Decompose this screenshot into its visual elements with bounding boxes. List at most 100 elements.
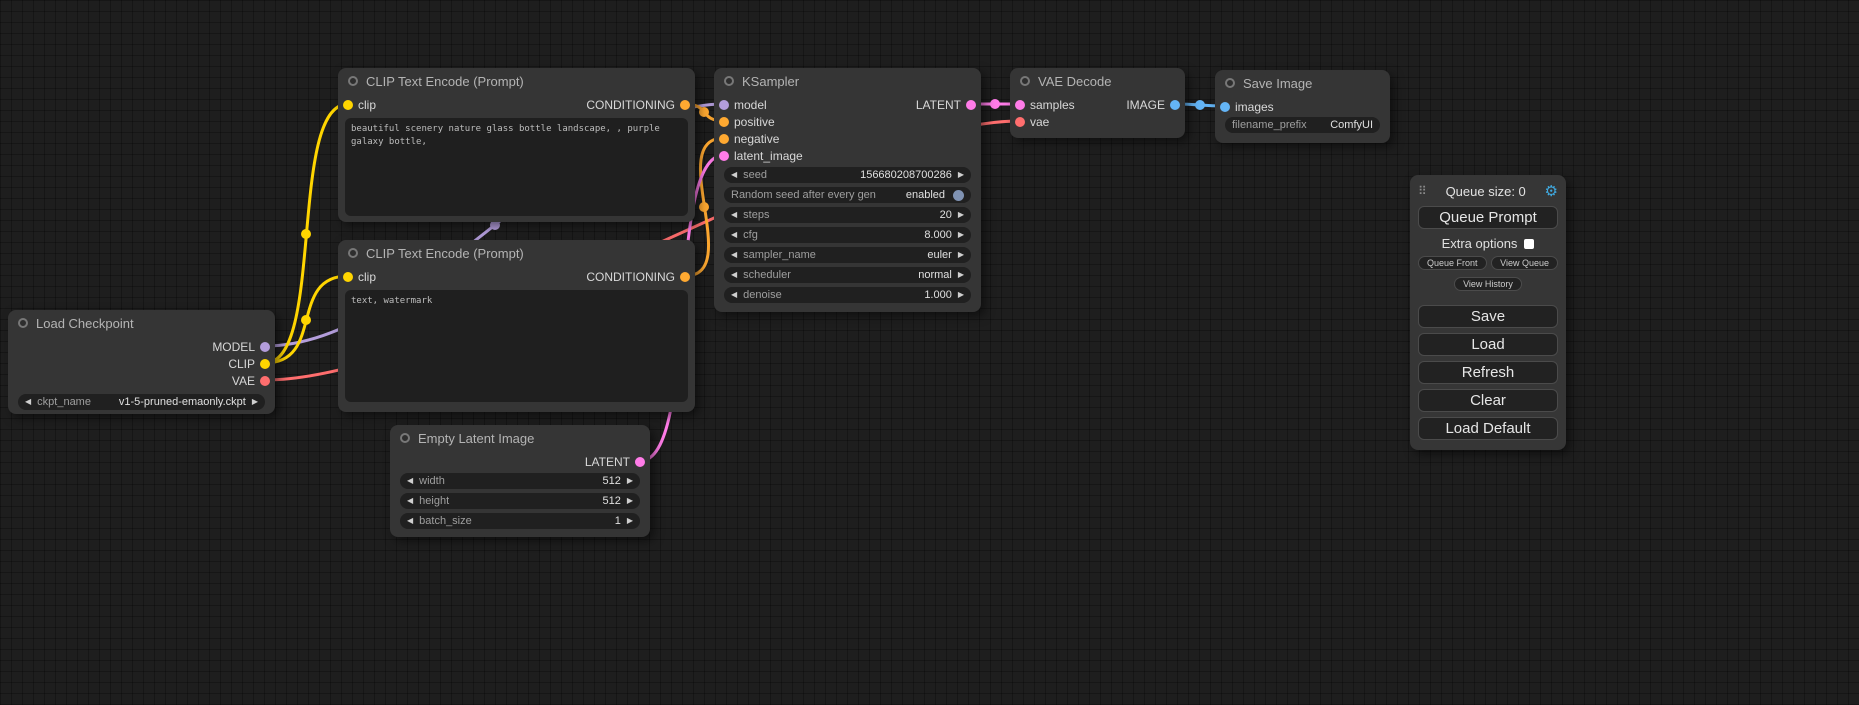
height-widget[interactable]: ◀ height 512 ▶ (400, 493, 640, 509)
collapse-toggle-icon[interactable] (18, 318, 28, 328)
queue-prompt-button[interactable]: Queue Prompt (1418, 206, 1558, 229)
conditioning-output-dot-icon[interactable] (680, 272, 690, 282)
node-save-image[interactable]: Save Image images filename_prefix ComfyU… (1215, 70, 1390, 143)
decrement-icon[interactable]: ◀ (407, 497, 413, 505)
input-label: model (734, 98, 767, 112)
vae-output-dot-icon[interactable] (260, 376, 270, 386)
input-slot-negative: negative (714, 130, 808, 147)
node-clip-text-encode-positive[interactable]: CLIP Text Encode (Prompt) clip CONDITION… (338, 68, 695, 222)
positive-prompt-textarea[interactable]: beautiful scenery nature glass bottle la… (345, 118, 688, 216)
increment-icon[interactable]: ▶ (627, 497, 633, 505)
batch-size-widget[interactable]: ◀ batch_size 1 ▶ (400, 513, 640, 529)
drag-handle-icon[interactable]: ⠿ (1418, 184, 1427, 198)
model-input-dot-icon[interactable] (719, 100, 729, 110)
view-history-button[interactable]: View History (1454, 277, 1522, 291)
denoise-widget[interactable]: ◀ denoise 1.000 ▶ (724, 287, 971, 303)
decrement-icon[interactable]: ◀ (25, 398, 31, 406)
node-empty-latent-image[interactable]: Empty Latent Image LATENT ◀ width 512 ▶ … (390, 425, 650, 537)
latent-output-dot-icon[interactable] (635, 457, 645, 467)
clip-output-dot-icon[interactable] (260, 359, 270, 369)
load-button[interactable]: Load (1418, 333, 1558, 356)
samples-input-dot-icon[interactable] (1015, 100, 1025, 110)
settings-gear-icon[interactable]: ⚙ (1545, 184, 1558, 199)
node-load-checkpoint[interactable]: Load Checkpoint MODEL CLIP VAE ◀ ckpt_na… (8, 310, 275, 414)
decrement-icon[interactable]: ◀ (731, 171, 737, 179)
node-ksampler-header[interactable]: KSampler (714, 68, 981, 94)
decrement-icon[interactable]: ◀ (731, 231, 737, 239)
output-label: LATENT (916, 98, 961, 112)
node-load-checkpoint-header[interactable]: Load Checkpoint (8, 310, 275, 336)
output-label: MODEL (212, 340, 255, 354)
node-clip-text-encode-negative-header[interactable]: CLIP Text Encode (Prompt) (338, 240, 695, 266)
random-seed-widget[interactable]: Random seed after every gen enabled (724, 187, 971, 203)
positive-input-dot-icon[interactable] (719, 117, 729, 127)
width-widget[interactable]: ◀ width 512 ▶ (400, 473, 640, 489)
cfg-widget[interactable]: ◀ cfg 8.000 ▶ (724, 227, 971, 243)
decrement-icon[interactable]: ◀ (731, 251, 737, 259)
node-vae-decode-header[interactable]: VAE Decode (1010, 68, 1185, 94)
node-save-image-header[interactable]: Save Image (1215, 70, 1390, 96)
decrement-icon[interactable]: ◀ (407, 477, 413, 485)
collapse-toggle-icon[interactable] (1225, 78, 1235, 88)
queue-front-button[interactable]: Queue Front (1418, 256, 1487, 270)
node-vae-decode[interactable]: VAE Decode samples vae IMAGE (1010, 68, 1185, 138)
negative-input-dot-icon[interactable] (719, 134, 729, 144)
increment-icon[interactable]: ▶ (958, 231, 964, 239)
decrement-icon[interactable]: ◀ (731, 211, 737, 219)
increment-icon[interactable]: ▶ (252, 398, 258, 406)
decrement-icon[interactable]: ◀ (407, 517, 413, 525)
increment-icon[interactable]: ▶ (958, 291, 964, 299)
save-button[interactable]: Save (1418, 305, 1558, 328)
widget-label: batch_size (419, 515, 472, 527)
increment-icon[interactable]: ▶ (958, 211, 964, 219)
clip-input-dot-icon[interactable] (343, 272, 353, 282)
node-graph-canvas[interactable]: { "colors": { "model": "#b39ddb", "clip"… (0, 0, 1859, 705)
decrement-icon[interactable]: ◀ (731, 271, 737, 279)
increment-icon[interactable]: ▶ (958, 271, 964, 279)
sampler-name-widget[interactable]: ◀ sampler_name euler ▶ (724, 247, 971, 263)
output-label: CONDITIONING (586, 98, 675, 112)
increment-icon[interactable]: ▶ (627, 517, 633, 525)
refresh-button[interactable]: Refresh (1418, 361, 1558, 384)
negative-prompt-textarea[interactable]: text, watermark (345, 290, 688, 402)
model-output-dot-icon[interactable] (260, 342, 270, 352)
collapse-toggle-icon[interactable] (348, 76, 358, 86)
input-slot-latent-image: latent_image (714, 147, 808, 164)
node-empty-latent-image-header[interactable]: Empty Latent Image (390, 425, 650, 451)
conditioning-output-dot-icon[interactable] (680, 100, 690, 110)
image-output-dot-icon[interactable] (1170, 100, 1180, 110)
collapse-toggle-icon[interactable] (1020, 76, 1030, 86)
clip-input-dot-icon[interactable] (343, 100, 353, 110)
images-input-dot-icon[interactable] (1220, 102, 1230, 112)
load-default-button[interactable]: Load Default (1418, 417, 1558, 440)
latent-output-dot-icon[interactable] (966, 100, 976, 110)
input-slot-clip: clip (338, 96, 381, 113)
node-title: VAE Decode (1038, 74, 1111, 89)
ckpt-name-widget[interactable]: ◀ ckpt_name v1-5-pruned-emaonly.ckpt ▶ (18, 394, 265, 410)
extra-options-checkbox[interactable] (1524, 239, 1534, 249)
node-clip-text-encode-positive-header[interactable]: CLIP Text Encode (Prompt) (338, 68, 695, 94)
collapse-toggle-icon[interactable] (724, 76, 734, 86)
decrement-icon[interactable]: ◀ (731, 291, 737, 299)
node-ksampler[interactable]: KSampler model positive negative la (714, 68, 981, 312)
view-queue-button[interactable]: View Queue (1491, 256, 1558, 270)
increment-icon[interactable]: ▶ (958, 171, 964, 179)
input-label: latent_image (734, 149, 803, 163)
collapse-toggle-icon[interactable] (348, 248, 358, 258)
clear-button[interactable]: Clear (1418, 389, 1558, 412)
increment-icon[interactable]: ▶ (958, 251, 964, 259)
input-label: positive (734, 115, 775, 129)
increment-icon[interactable]: ▶ (627, 477, 633, 485)
scheduler-widget[interactable]: ◀ scheduler normal ▶ (724, 267, 971, 283)
steps-widget[interactable]: ◀ steps 20 ▶ (724, 207, 971, 223)
output-label: VAE (232, 374, 255, 388)
filename-prefix-widget[interactable]: filename_prefix ComfyUI (1225, 117, 1380, 133)
output-label: LATENT (585, 455, 630, 469)
seed-widget[interactable]: ◀ seed 156680208700286 ▶ (724, 167, 971, 183)
latent-input-dot-icon[interactable] (719, 151, 729, 161)
input-slot-images: images (1215, 98, 1390, 115)
node-clip-text-encode-negative[interactable]: CLIP Text Encode (Prompt) clip CONDITION… (338, 240, 695, 412)
vae-input-dot-icon[interactable] (1015, 117, 1025, 127)
toggle-on-icon[interactable] (953, 190, 964, 201)
collapse-toggle-icon[interactable] (400, 433, 410, 443)
